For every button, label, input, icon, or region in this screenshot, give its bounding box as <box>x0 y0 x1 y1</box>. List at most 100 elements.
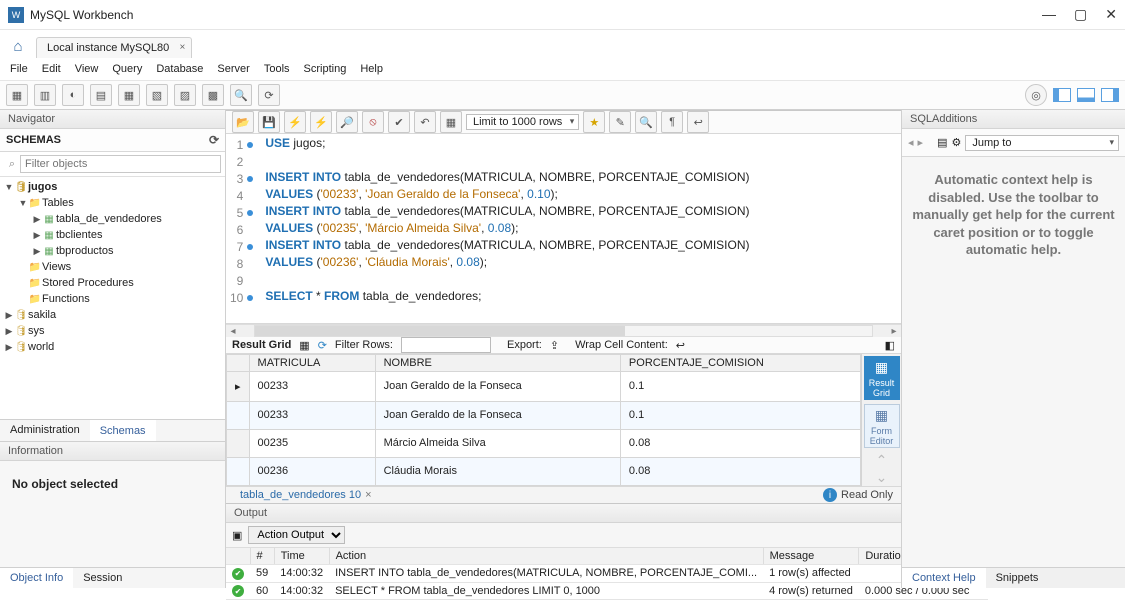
result-grid-label: Result Grid <box>232 339 291 351</box>
export-icon[interactable]: ⇪ <box>550 339 559 352</box>
find-button[interactable]: 🔍 <box>635 111 657 133</box>
reconnect-button[interactable]: ⟳ <box>258 84 280 106</box>
rollback-button[interactable]: ↶ <box>414 111 436 133</box>
commit-button[interactable]: ✔ <box>388 111 410 133</box>
obj-tab[interactable]: Object Info <box>0 568 73 588</box>
tree-item[interactable]: ▶🛢world <box>0 339 225 355</box>
nav-tab-administration[interactable]: Administration <box>0 420 90 441</box>
clean-button[interactable]: ✎ <box>609 111 631 133</box>
menu-database[interactable]: Database <box>156 63 203 75</box>
tree-item[interactable]: 📁Views <box>0 259 225 275</box>
sa-tab[interactable]: Snippets <box>986 568 1049 588</box>
invisible-chars-button[interactable]: ¶ <box>661 111 683 133</box>
schema-tree[interactable]: ▼🛢jugos▼📁Tables▶▦tabla_de_vendedores▶▦tb… <box>0 177 225 419</box>
window-minimize-button[interactable]: ― <box>1042 6 1056 23</box>
menu-file[interactable]: File <box>10 63 28 75</box>
sql-editor[interactable]: 12345678910 USE jugos; INSERT INTO tabla… <box>226 134 901 324</box>
output-title: Output <box>226 504 901 523</box>
sa-tab[interactable]: Context Help <box>902 568 986 588</box>
editor-scrollbar[interactable]: ◂ ▸ <box>226 324 901 337</box>
open-file-button[interactable]: 📂 <box>232 111 254 133</box>
menu-edit[interactable]: Edit <box>42 63 61 75</box>
output-grid[interactable]: #TimeActionMessageDuration / Fetch✔5914:… <box>226 548 989 600</box>
execute-button[interactable]: ⚡ <box>284 111 306 133</box>
autocommit-button[interactable]: ▦ <box>440 111 462 133</box>
info-icon: i <box>823 488 837 502</box>
wrap-label: Wrap Cell Content: <box>575 339 668 351</box>
tree-item[interactable]: ▶🛢sakila <box>0 307 225 323</box>
tree-item[interactable]: 📁Functions <box>0 291 225 307</box>
back-icon[interactable]: ◂ <box>908 136 914 149</box>
menu-tools[interactable]: Tools <box>264 63 290 75</box>
close-icon[interactable]: × <box>179 42 185 53</box>
app-title: MySQL Workbench <box>30 8 133 22</box>
window-maximize-button[interactable]: ▢ <box>1074 6 1087 23</box>
result-tab[interactable]: tabla_de_vendedores 10× <box>234 487 378 503</box>
navigator-panel: Navigator SCHEMAS ⟳ ⌕ ▼🛢jugos▼📁Tables▶▦t… <box>0 110 226 588</box>
filter-rows-input[interactable] <box>401 337 491 353</box>
tree-item[interactable]: ▼🛢jugos <box>0 179 225 195</box>
settings-icon[interactable]: ◎ <box>1025 84 1047 106</box>
tree-item[interactable]: ▶▦tbclientes <box>0 227 225 243</box>
inspector-button[interactable]: ◐ <box>62 84 84 106</box>
layout-bottom-button[interactable] <box>1077 88 1095 102</box>
grid-icon[interactable]: ▦ <box>299 339 309 352</box>
menu-server[interactable]: Server <box>217 63 249 75</box>
window-close-button[interactable]: ✕ <box>1105 6 1117 23</box>
tree-item[interactable]: ▶▦tabla_de_vendedores <box>0 211 225 227</box>
tree-item[interactable]: ▶▦tbproductos <box>0 243 225 259</box>
menu-query[interactable]: Query <box>112 63 142 75</box>
side-tab[interactable]: ▦ResultGrid <box>864 356 900 400</box>
open-sql-button[interactable]: ▥ <box>34 84 56 106</box>
output-panel: Output ▣ Action Output #TimeActionMessag… <box>226 503 901 600</box>
connection-tab[interactable]: Local instance MySQL80 × <box>36 37 192 58</box>
output-copy-icon[interactable]: ▣ <box>232 529 242 542</box>
nav-tab-schemas[interactable]: Schemas <box>90 420 156 441</box>
output-mode-select[interactable]: Action Output <box>248 526 345 544</box>
new-table-button[interactable]: ▦ <box>118 84 140 106</box>
scroll-right-icon[interactable]: ▸ <box>887 326 901 337</box>
stop-button[interactable]: ⦸ <box>362 111 384 133</box>
menu-help[interactable]: Help <box>360 63 383 75</box>
layout-left-button[interactable] <box>1053 88 1071 102</box>
refresh-icon[interactable]: ⟳ <box>318 339 327 352</box>
sql-toolbar: 📂 💾 ⚡ ⚡ 🔎 ⦸ ✔ ↶ ▦ Limit to 1000 rows ★ ✎… <box>226 111 901 134</box>
new-sql-tab-button[interactable]: ▦ <box>6 84 28 106</box>
beautify-button[interactable]: ★ <box>583 111 605 133</box>
jump-to-select[interactable]: Jump to <box>965 135 1119 151</box>
save-file-button[interactable]: 💾 <box>258 111 280 133</box>
wrap-button[interactable]: ↩ <box>687 111 709 133</box>
no-object-label: No object selected <box>0 461 225 507</box>
fullscreen-icon[interactable]: ◧ <box>885 339 895 352</box>
forward-icon[interactable]: ▸ <box>918 136 924 149</box>
menu-scripting[interactable]: Scripting <box>304 63 347 75</box>
scroll-left-icon[interactable]: ◂ <box>226 326 240 337</box>
tree-item[interactable]: 📁Stored Procedures <box>0 275 225 291</box>
main-toolbar: ▦ ▥ ◐ ▤ ▦ ▧ ▨ ▩ 🔍 ⟳ ◎ <box>0 80 1125 110</box>
new-schema-button[interactable]: ▤ <box>90 84 112 106</box>
refresh-icon[interactable]: ⟳ <box>209 133 219 147</box>
menu-view[interactable]: View <box>75 63 99 75</box>
tree-item[interactable]: ▼📁Tables <box>0 195 225 211</box>
search-button[interactable]: 🔍 <box>230 84 252 106</box>
tree-item[interactable]: ▶🛢sys <box>0 323 225 339</box>
obj-tab[interactable]: Session <box>73 568 132 588</box>
new-procedure-button[interactable]: ▨ <box>174 84 196 106</box>
explain-button[interactable]: 🔎 <box>336 111 358 133</box>
limit-rows-select[interactable]: Limit to 1000 rows <box>466 114 579 130</box>
close-icon[interactable]: × <box>365 489 371 501</box>
layout-right-button[interactable] <box>1101 88 1119 102</box>
side-tab[interactable]: ▦FormEditor <box>864 404 900 448</box>
information-title: Information <box>0 442 225 461</box>
execute-current-button[interactable]: ⚡ <box>310 111 332 133</box>
filter-objects-input[interactable] <box>20 155 221 173</box>
schemas-label: SCHEMAS <box>6 134 61 146</box>
auto-help-icon[interactable]: ⚙ <box>951 136 961 149</box>
new-view-button[interactable]: ▧ <box>146 84 168 106</box>
wrap-icon[interactable]: ↩ <box>676 339 685 352</box>
result-grid[interactable]: MATRICULANOMBREPORCENTAJE_COMISION▸00233… <box>226 354 861 486</box>
new-function-button[interactable]: ▩ <box>202 84 224 106</box>
filter-rows-label: Filter Rows: <box>335 339 393 351</box>
help-icon[interactable]: ▤ <box>937 136 947 149</box>
home-icon[interactable]: ⌂ <box>6 34 30 58</box>
